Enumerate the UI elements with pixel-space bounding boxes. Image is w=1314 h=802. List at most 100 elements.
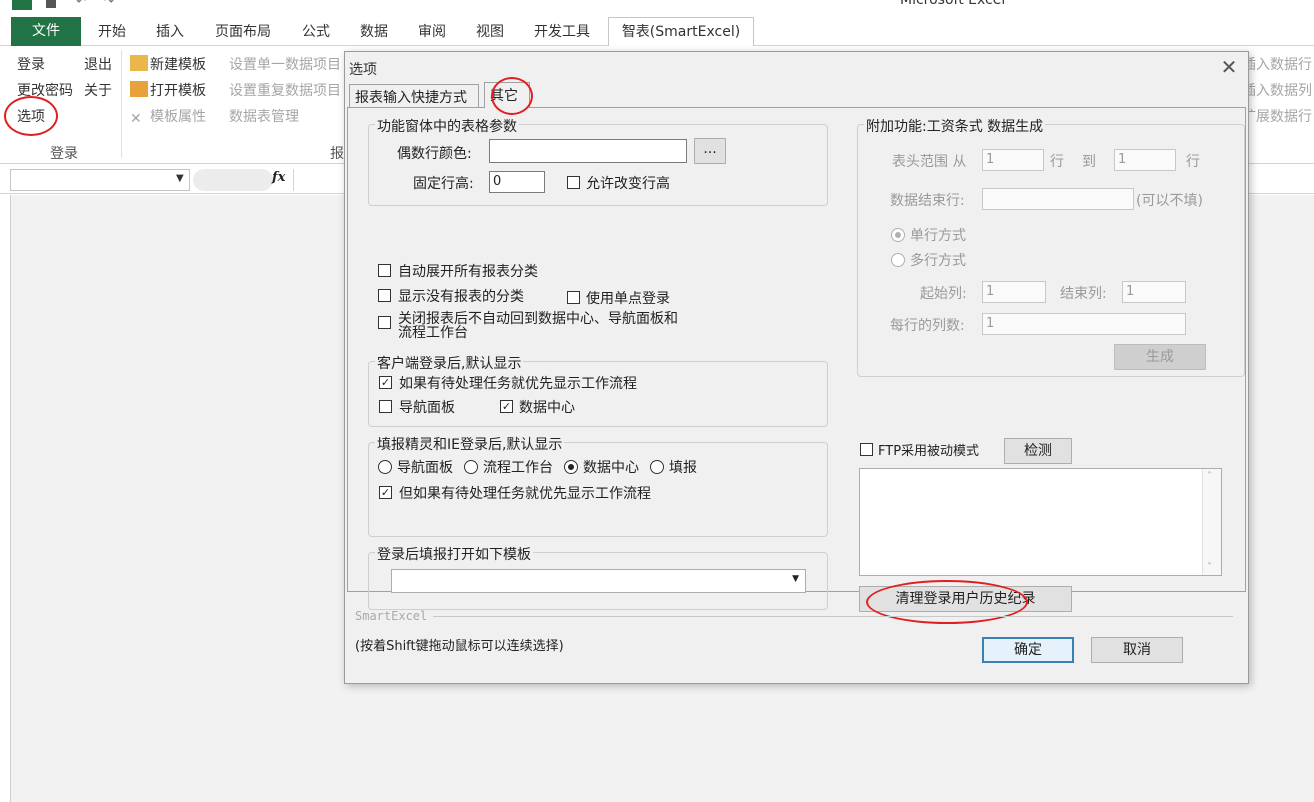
group-label-login: 登录: [50, 146, 78, 162]
scroll-up-icon[interactable]: ˄: [1207, 471, 1212, 482]
client-data-center-checkbox[interactable]: ✓: [500, 400, 513, 413]
ie-fill-radio[interactable]: [650, 460, 664, 474]
change-password-button[interactable]: 更改密码: [17, 80, 73, 100]
close-no-return-line1: 关闭报表后不自动回到数据中心、导航面板和: [398, 311, 678, 327]
about-button[interactable]: 关于: [84, 80, 112, 100]
multi-mode-radio[interactable]: [891, 253, 905, 267]
single-mode-radio[interactable]: [891, 228, 905, 242]
name-box[interactable]: [10, 169, 190, 191]
client-pending-first-checkbox[interactable]: ✓: [379, 376, 392, 389]
tab-developer[interactable]: 开发工具: [524, 18, 600, 46]
tab-insert[interactable]: 插入: [146, 18, 194, 46]
show-empty-checkbox[interactable]: [378, 289, 391, 302]
options-dialog: 选项 ✕ 报表输入快捷方式 其它 功能窗体中的表格参数 偶数行颜色: ... 固…: [344, 51, 1249, 684]
expand-data-row-button[interactable]: 扩展数据行: [1242, 106, 1312, 126]
tab-view[interactable]: 视图: [466, 18, 514, 46]
to-label: 到: [1082, 154, 1096, 170]
close-no-return-line2: 流程工作台: [398, 325, 468, 341]
check-button[interactable]: 检测: [1004, 438, 1072, 464]
close-icon[interactable]: ✕: [1218, 56, 1240, 78]
data-end-row-label: 数据结束行:: [890, 193, 965, 209]
allow-change-height-checkbox[interactable]: [567, 176, 580, 189]
even-row-color-field[interactable]: [489, 139, 687, 163]
template-select[interactable]: ▼: [391, 569, 806, 593]
redo-icon[interactable]: ↷: [104, 0, 114, 8]
undo-icon[interactable]: ↶: [76, 0, 86, 8]
group-table-params: 功能窗体中的表格参数 偶数行颜色: ... 固定行高: 0 允许改变行高: [368, 116, 828, 206]
header-range-label: 表头范围 从: [892, 154, 967, 170]
tab-other[interactable]: 其它: [484, 82, 530, 108]
group-login-template: 登录后填报打开如下模板 ▼: [368, 544, 828, 610]
ie-nav-panel-label: 导航面板: [397, 460, 453, 476]
ie-pending-first-checkbox[interactable]: ✓: [379, 486, 392, 499]
left-strip: [0, 195, 10, 802]
tab-data[interactable]: 数据: [350, 18, 398, 46]
header-from-field[interactable]: 1: [982, 149, 1044, 171]
ie-workflow-label: 流程工作台: [483, 460, 553, 476]
footer-divider: [433, 616, 1233, 617]
clear-login-history-button[interactable]: 清理登录用户历史纪录: [859, 586, 1072, 612]
end-col-field[interactable]: 1: [1122, 281, 1186, 303]
group-title-ie-default: 填报精灵和IE登录后,默认显示: [375, 434, 565, 454]
row-label-2: 行: [1186, 154, 1200, 170]
set-single-item-button[interactable]: 设置单一数据项目: [229, 54, 341, 74]
group-title-addon: 附加功能:工资条式 数据生成: [864, 116, 1046, 136]
single-sign-label: 使用单点登录: [586, 291, 670, 307]
fx-icon[interactable]: fx: [272, 170, 285, 185]
tab-formulas[interactable]: 公式: [292, 18, 340, 46]
auto-expand-label: 自动展开所有报表分类: [398, 264, 538, 280]
ok-button[interactable]: 确定: [982, 637, 1074, 663]
footer-brand: SmartExcel: [355, 609, 428, 623]
tab-report-shortcuts[interactable]: 报表输入快捷方式: [349, 84, 479, 108]
group-client-default: 客户端登录后,默认显示 ✓ 如果有待处理任务就优先显示工作流程 导航面板 ✓ 数…: [368, 353, 828, 427]
header-to-field[interactable]: 1: [1114, 149, 1176, 171]
footer-hint: (按着Shift键拖动鼠标可以连续选择): [355, 639, 564, 654]
save-icon[interactable]: [46, 0, 56, 8]
tab-review[interactable]: 审阅: [408, 18, 456, 46]
ftp-log-textarea[interactable]: [859, 468, 1222, 576]
ie-nav-panel-radio[interactable]: [378, 460, 392, 474]
fixed-row-height-field[interactable]: 0: [489, 171, 545, 193]
tab-page-layout[interactable]: 页面布局: [204, 18, 282, 46]
cols-per-row-field[interactable]: 1: [982, 313, 1186, 335]
even-row-color-label: 偶数行颜色:: [397, 146, 472, 162]
client-nav-panel-label: 导航面板: [399, 400, 455, 416]
app-title: Microsoft Excel: [900, 0, 1006, 8]
group-title-login-template: 登录后填报打开如下模板: [375, 544, 533, 564]
data-end-row-field[interactable]: [982, 188, 1134, 210]
tab-home[interactable]: 开始: [88, 18, 136, 46]
log-scrollbar[interactable]: ˄ ˅: [1202, 469, 1221, 575]
close-no-return-checkbox[interactable]: [378, 316, 391, 329]
group-title-table-params: 功能窗体中的表格参数: [375, 116, 519, 136]
login-button[interactable]: 登录: [17, 54, 45, 74]
single-sign-checkbox[interactable]: [567, 291, 580, 304]
insert-data-col-button[interactable]: 插入数据列: [1242, 80, 1312, 100]
name-box-dropdown-icon[interactable]: ▼: [176, 173, 184, 184]
logout-button[interactable]: 退出: [84, 54, 112, 74]
ie-data-center-radio[interactable]: [564, 460, 578, 474]
insert-data-row-button[interactable]: 插入数据行: [1242, 54, 1312, 74]
ie-fill-label: 填报: [669, 460, 697, 476]
tab-file[interactable]: 文件: [11, 17, 81, 46]
scroll-down-icon[interactable]: ˅: [1207, 562, 1212, 573]
auto-expand-checkbox[interactable]: [378, 264, 391, 277]
formula-resizer[interactable]: [193, 169, 273, 191]
start-col-field[interactable]: 1: [982, 281, 1046, 303]
tab-smartexcel[interactable]: 智表(SmartExcel): [608, 17, 754, 46]
ribbon-separator: [121, 50, 122, 158]
client-nav-panel-checkbox[interactable]: [379, 400, 392, 413]
open-template-button[interactable]: 打开模板: [130, 80, 206, 100]
generate-button[interactable]: 生成: [1114, 344, 1206, 370]
new-template-button[interactable]: 新建模板: [130, 54, 206, 74]
options-button[interactable]: 选项: [17, 106, 45, 126]
ie-workflow-radio[interactable]: [464, 460, 478, 474]
data-table-mgmt-button[interactable]: 数据表管理: [229, 106, 299, 126]
ftp-passive-checkbox[interactable]: [860, 443, 873, 456]
new-template-label: 新建模板: [150, 57, 206, 73]
template-props-button[interactable]: ✕ 模板属性: [130, 106, 206, 127]
single-mode-label: 单行方式: [910, 228, 966, 244]
set-repeat-item-button[interactable]: 设置重复数据项目: [229, 80, 341, 100]
browse-color-button[interactable]: ...: [694, 138, 726, 164]
cancel-button[interactable]: 取消: [1091, 637, 1183, 663]
template-props-label: 模板属性: [150, 109, 206, 125]
